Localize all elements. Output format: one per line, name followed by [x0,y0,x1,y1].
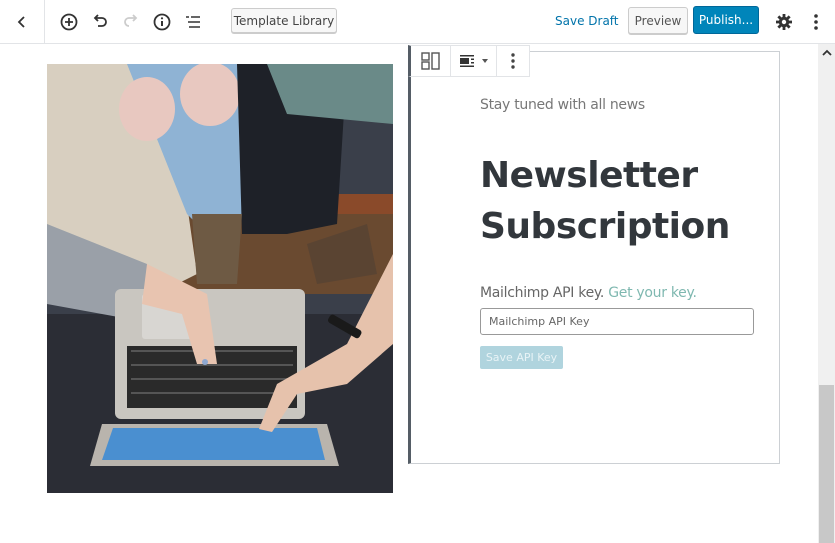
caret-down-icon [481,59,488,63]
api-key-input[interactable] [480,308,754,335]
block-toolbar [408,45,530,77]
scrollbar-thumb[interactable] [819,385,834,543]
api-key-label-text: Mailchimp API key. [480,285,605,301]
more-menu-button[interactable] [804,10,828,34]
redo-icon [124,14,138,27]
heading-line-1: Newsletter [480,155,698,196]
chevron-up-icon [821,49,832,56]
undo-icon [93,14,107,27]
change-layout-button[interactable] [411,46,451,76]
get-key-link[interactable]: Get your key. [608,285,697,301]
block-more-options-button[interactable] [497,46,529,76]
newsletter-eyebrow: Stay tuned with all news [480,97,645,113]
laptop-photo [47,64,393,493]
alignment-dropdown[interactable] [451,46,497,76]
add-block-button[interactable] [57,10,81,34]
block-navigation-button[interactable] [181,10,205,34]
newsletter-heading: Newsletter Subscription [480,150,730,252]
scroll-up-button[interactable] [818,44,835,61]
heading-line-2: Subscription [480,206,730,247]
preview-button[interactable]: Preview [628,7,688,34]
redo-button[interactable] [119,10,143,34]
image-block[interactable] [47,64,393,493]
plus-circle-icon [60,13,78,31]
settings-button[interactable] [772,10,796,34]
chevron-left-icon [17,16,25,28]
undo-button[interactable] [88,10,112,34]
template-library-button[interactable]: Template Library [231,8,337,33]
editor-header: Template Library Save Draft Preview Publ… [0,0,835,44]
gear-icon [776,14,792,30]
back-button[interactable] [0,0,45,44]
scrollbar[interactable] [818,44,835,543]
info-button[interactable] [150,10,174,34]
save-draft-button[interactable]: Save Draft [555,14,619,28]
publish-button[interactable]: Publish... [693,6,759,34]
more-vertical-icon [814,14,818,30]
api-key-label: Mailchimp API key. Get your key. [480,285,697,301]
save-api-key-button[interactable]: Save API Key [480,346,563,369]
list-icon [186,16,200,28]
columns-icon [420,52,440,70]
align-icon [459,55,474,67]
more-vertical-icon [511,53,515,69]
info-icon [153,13,171,31]
